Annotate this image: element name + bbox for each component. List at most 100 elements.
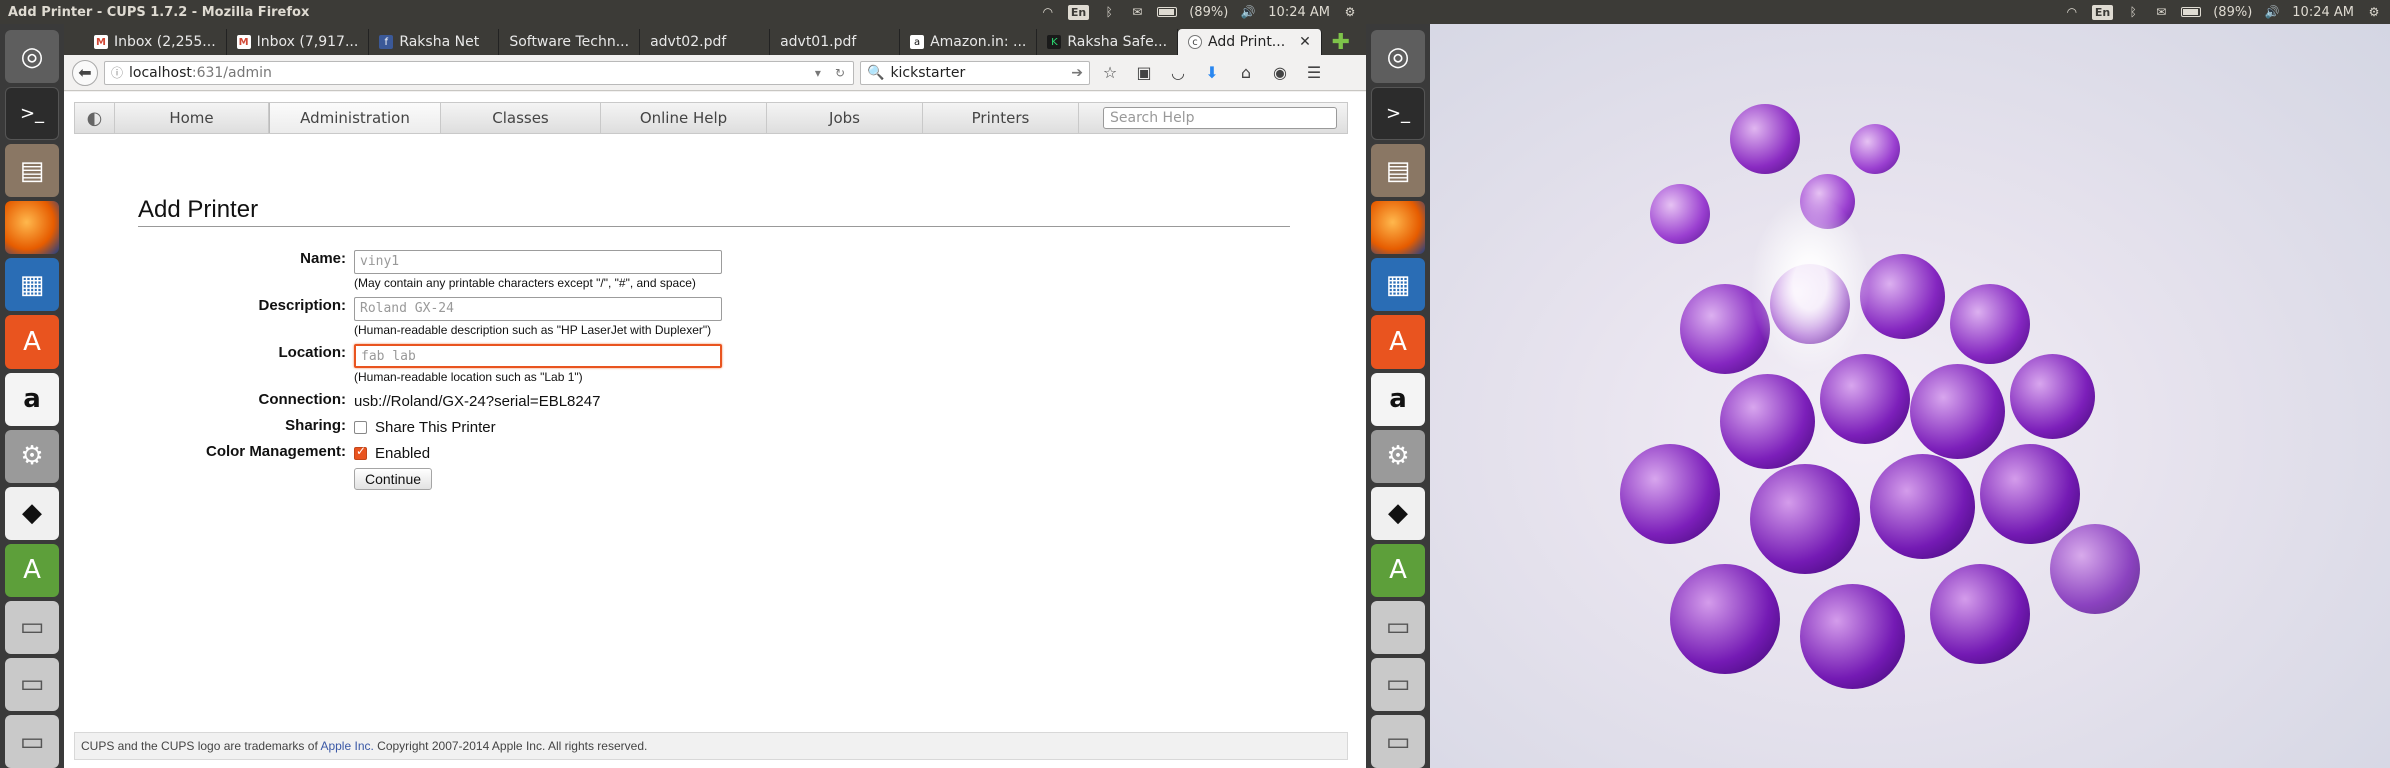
nav-jobs[interactable]: Jobs: [767, 103, 923, 133]
bookmarks-menu-icon[interactable]: ▣: [1130, 59, 1158, 87]
terminal-icon[interactable]: >_: [5, 87, 59, 141]
bluetooth-icon[interactable]: ᛒ: [1101, 5, 1117, 19]
gear-icon[interactable]: ⚙: [1342, 5, 1358, 19]
tab-raksha-net[interactable]: f Raksha Net: [369, 29, 500, 55]
writer-icon[interactable]: ▦: [5, 258, 59, 312]
drive-icon[interactable]: ▭: [5, 714, 59, 768]
battery-icon[interactable]: [2181, 7, 2202, 17]
battery-percent: (89%): [2213, 4, 2253, 20]
color-management-label: Color Management:: [205, 443, 346, 460]
url-bar[interactable]: ⓘ localhost:631/admin ▾ ↻: [104, 60, 854, 85]
mail-icon[interactable]: ✉: [2153, 5, 2169, 19]
apple-link[interactable]: Apple Inc.: [320, 739, 373, 753]
inkscape-icon[interactable]: ◆: [5, 486, 59, 540]
share-printer-checkbox[interactable]: [354, 421, 367, 434]
home-icon[interactable]: ⌂: [1232, 59, 1260, 87]
files-icon[interactable]: ▤: [5, 144, 59, 198]
software-center-icon[interactable]: A: [5, 315, 59, 369]
back-button[interactable]: ⬅: [72, 59, 98, 86]
color-management-option[interactable]: Enabled: [375, 445, 430, 462]
desktop-wallpaper: [1430, 24, 2390, 768]
clock[interactable]: 10:24 AM: [1268, 5, 1330, 20]
bluetooth-icon[interactable]: ᛒ: [2125, 5, 2141, 19]
keyboard-indicator[interactable]: En: [2091, 4, 2114, 20]
settings-icon[interactable]: ⚙: [1371, 429, 1425, 483]
nav-administration[interactable]: Administration: [269, 103, 441, 133]
tab-add-printer[interactable]: c Add Print... ✕: [1178, 29, 1322, 55]
writer-icon[interactable]: ▦: [1371, 258, 1425, 312]
firefox-icon[interactable]: [1371, 201, 1425, 255]
location-input[interactable]: fab lab: [354, 344, 722, 368]
description-input[interactable]: Roland GX-24: [354, 297, 722, 321]
location-label: Location:: [278, 344, 347, 361]
tab-advt01[interactable]: advt01.pdf: [770, 29, 901, 55]
top-panel-right: ◠ En ᛒ ✉ (89%) 🔊 10:24 AM ⚙: [1366, 0, 2390, 24]
page-title: Add Printer: [138, 196, 259, 223]
bookmark-star-icon[interactable]: ☆: [1096, 59, 1124, 87]
nav-classes[interactable]: Classes: [441, 103, 601, 133]
continue-button[interactable]: Continue: [354, 468, 433, 490]
drive-icon[interactable]: ▭: [5, 657, 59, 711]
amazon-icon[interactable]: a: [5, 372, 59, 426]
tab-advt02[interactable]: advt02.pdf: [640, 29, 771, 55]
nav-home[interactable]: Home: [115, 103, 269, 133]
volume-icon[interactable]: 🔊: [1240, 5, 1256, 19]
top-panel: Add Printer - CUPS 1.7.2 - Mozilla Firef…: [0, 0, 1366, 24]
downloads-icon[interactable]: ⬇: [1198, 59, 1226, 87]
battery-icon[interactable]: [1157, 7, 1178, 17]
cups-logo-icon[interactable]: ◐: [75, 103, 115, 133]
connection-row: Connection: usb://Roland/GX-24?serial=EB…: [138, 391, 954, 410]
name-input[interactable]: viny1: [354, 250, 722, 274]
drive-icon[interactable]: ▭: [1371, 600, 1425, 654]
search-go-icon[interactable]: ➔: [1071, 65, 1083, 81]
updater-icon[interactable]: A: [1371, 543, 1425, 597]
web-page: ◐ Home Administration Classes Online Hel…: [64, 92, 1366, 768]
navigation-toolbar: ⬅ ⓘ localhost:631/admin ▾ ↻ 🔍 kickstarte…: [64, 55, 1366, 91]
settings-icon[interactable]: ⚙: [5, 429, 59, 483]
name-row: Name: viny1 (May contain any printable c…: [138, 250, 954, 290]
nav-online-help[interactable]: Online Help: [601, 103, 767, 133]
clock[interactable]: 10:24 AM: [2292, 5, 2354, 20]
url-host: localhost: [129, 64, 192, 81]
drive-icon[interactable]: ▭: [1371, 657, 1425, 711]
color-management-checkbox[interactable]: [354, 444, 367, 460]
firefox-icon[interactable]: [5, 201, 59, 255]
nav-printers[interactable]: Printers: [923, 103, 1079, 133]
reload-icon[interactable]: ↻: [835, 66, 853, 80]
location-row: Location: fab lab (Human-readable locati…: [138, 344, 954, 384]
page-info-icon[interactable]: ⓘ: [111, 64, 123, 81]
updater-icon[interactable]: A: [5, 543, 59, 597]
tab-software-techn[interactable]: Software Techn...: [499, 29, 641, 55]
volume-icon[interactable]: 🔊: [2264, 5, 2280, 19]
tab-raksha-safe[interactable]: K Raksha Safe...: [1037, 29, 1179, 55]
drive-icon[interactable]: ▭: [5, 600, 59, 654]
terminal-icon[interactable]: >_: [1371, 87, 1425, 141]
search-bar[interactable]: 🔍 kickstarter ➔: [860, 60, 1090, 85]
mail-icon[interactable]: ✉: [1129, 5, 1145, 19]
tab-inbox-1[interactable]: M Inbox (2,255...: [84, 29, 227, 55]
indicator-area: ◠ En ᛒ ✉ (89%) 🔊 10:24 AM ⚙: [1040, 0, 1366, 24]
wifi-icon[interactable]: ◠: [1040, 5, 1056, 19]
new-tab-button[interactable]: ✚: [1326, 29, 1356, 55]
url-dropdown-icon[interactable]: ▾: [815, 66, 829, 80]
ubuntu-dash-icon[interactable]: ◎: [1371, 30, 1425, 84]
share-printer-label[interactable]: Share This Printer: [375, 419, 496, 436]
search-help-input[interactable]: Search Help: [1103, 107, 1337, 129]
keyboard-indicator[interactable]: En: [1067, 4, 1090, 20]
ubuntu-dash-icon[interactable]: ◎: [5, 30, 59, 84]
drive-icon[interactable]: ▭: [1371, 714, 1425, 768]
chat-icon[interactable]: ◉: [1266, 59, 1294, 87]
software-center-icon[interactable]: A: [1371, 315, 1425, 369]
pocket-icon[interactable]: ◡: [1164, 59, 1192, 87]
tab-inbox-2[interactable]: M Inbox (7,917...: [227, 29, 370, 55]
gear-icon[interactable]: ⚙: [2366, 5, 2382, 19]
sharing-row: Sharing: Share This Printer: [138, 417, 954, 436]
wifi-icon[interactable]: ◠: [2064, 5, 2080, 19]
files-icon[interactable]: ▤: [1371, 144, 1425, 198]
menu-icon[interactable]: ☰: [1300, 59, 1328, 87]
tab-amazon[interactable]: a Amazon.in: ...: [900, 29, 1038, 55]
url-path: :631/admin: [191, 64, 272, 81]
close-icon[interactable]: ✕: [1299, 34, 1311, 50]
inkscape-icon[interactable]: ◆: [1371, 486, 1425, 540]
amazon-icon[interactable]: a: [1371, 372, 1425, 426]
